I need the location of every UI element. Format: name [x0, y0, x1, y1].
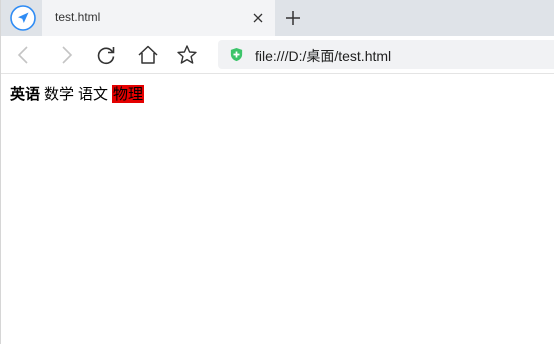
browser-logo-icon[interactable]	[10, 5, 36, 31]
tab-active[interactable]: test.html	[42, 0, 275, 36]
word-english: 英语	[10, 85, 41, 103]
tab-title: test.html	[55, 10, 101, 24]
reload-icon[interactable]	[94, 43, 118, 67]
word-chinese: 语文	[78, 85, 109, 103]
plus-icon[interactable]	[284, 9, 302, 27]
back-arrow-icon[interactable]	[12, 43, 36, 67]
word-math: 数学	[44, 85, 75, 103]
home-icon[interactable]	[136, 43, 160, 67]
shield-icon[interactable]	[229, 47, 244, 62]
star-icon[interactable]	[175, 43, 199, 67]
word-physics-highlighted: 物理	[112, 85, 145, 103]
page-content: 英语 数学 语文 物理	[10, 85, 145, 103]
forward-arrow-icon[interactable]	[54, 43, 78, 67]
address-bar[interactable]: file:///D:/桌面/test.html	[218, 40, 554, 69]
close-icon[interactable]	[251, 11, 265, 25]
toolbar: file:///D:/桌面/test.html	[1, 36, 554, 74]
browser-window: test.html file:///D:/桌面/test.html 英语 数学 …	[0, 0, 554, 344]
tab-strip: test.html	[1, 0, 554, 36]
url-text[interactable]: file:///D:/桌面/test.html	[255, 46, 391, 66]
